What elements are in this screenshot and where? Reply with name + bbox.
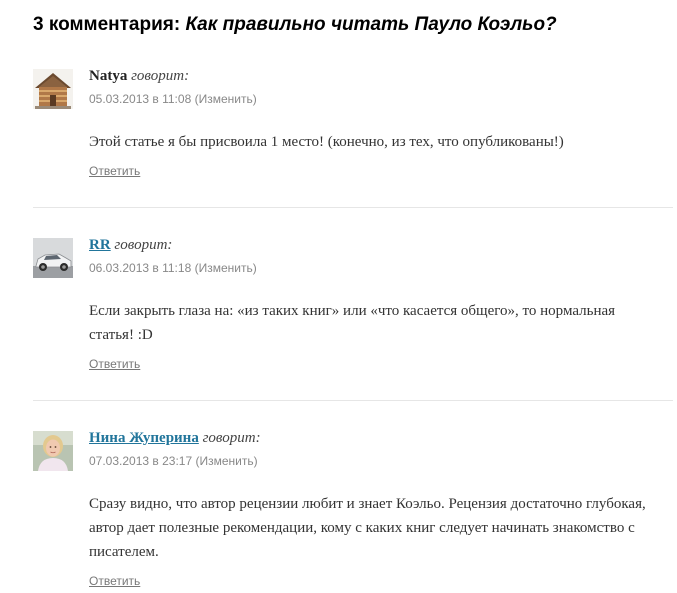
reply-link[interactable]: Ответить [89, 573, 140, 589]
comment-author-line: Нина Жуперина говорит: [89, 428, 261, 448]
comment-divider [33, 207, 673, 208]
comments-count: 3 комментария: [33, 14, 186, 35]
comment-author-line: Natya говорит: [89, 66, 189, 86]
comment-says: говорит: [131, 68, 190, 84]
comment-1: Natya говорит: 05.03.2013 в 11:08 (Измен… [33, 66, 673, 208]
comment-3: Нина Жуперина говорит: 07.03.2013 в 23:1… [33, 428, 673, 593]
comment-text: Этой статье я бы присвоила 1 место! (кон… [89, 134, 564, 150]
comment-meta[interactable]: 05.03.2013 в 11:08 (Изменить) [89, 91, 257, 107]
comment-divider [33, 400, 673, 401]
reply-link[interactable]: Ответить [89, 356, 140, 372]
comment-2: RR говорит: 06.03.2013 в 11:18 (Изменить… [33, 235, 673, 401]
post-title: Как правильно читать Пауло Коэльо? [185, 14, 557, 35]
reply-link[interactable]: Ответить [89, 163, 140, 179]
comment-says: говорит: [114, 237, 173, 253]
comment-says: говорит: [202, 430, 261, 446]
comment-author: Natya [89, 68, 128, 84]
comment-meta[interactable]: 07.03.2013 в 23:17 (Изменить) [89, 453, 258, 469]
comment-text: Если закрыть глаза на: «из таких книг» и… [89, 303, 616, 343]
comment-author-link[interactable]: RR [89, 237, 111, 253]
person-avatar-icon [33, 431, 73, 471]
comment-author-link[interactable]: Нина Жуперина [89, 430, 199, 446]
comment-meta[interactable]: 06.03.2013 в 11:18 (Изменить) [89, 260, 257, 276]
car-avatar-icon [33, 238, 73, 278]
house-avatar-icon [33, 69, 73, 109]
comment-author-line: RR говорит: [89, 235, 172, 255]
comments-heading: 3 комментария: Как правильно читать Паул… [33, 12, 557, 38]
comment-text: Сразу видно, что автор рецензии любит и … [89, 496, 646, 560]
